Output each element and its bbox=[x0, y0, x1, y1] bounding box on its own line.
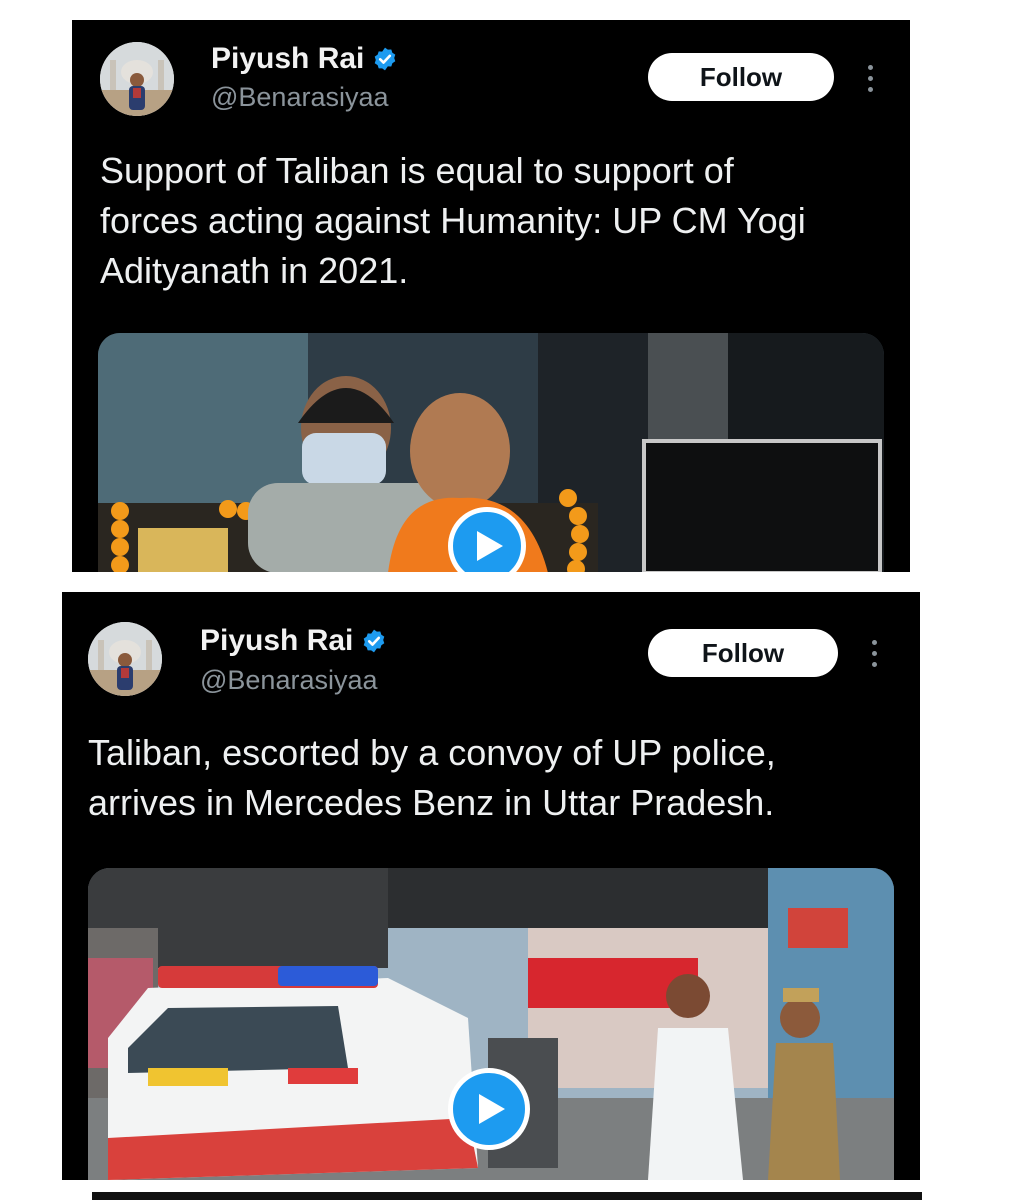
author-handle[interactable]: @Benarasiyaa bbox=[211, 82, 389, 113]
next-tweet-edge bbox=[92, 1192, 922, 1200]
verified-badge-icon bbox=[375, 47, 396, 71]
tweet-text: Taliban, escorted by a convoy of UP poli… bbox=[88, 728, 776, 828]
more-options-icon[interactable] bbox=[866, 65, 874, 92]
play-button-icon[interactable] bbox=[448, 1068, 530, 1150]
more-options-icon[interactable] bbox=[870, 640, 878, 667]
author-name[interactable]: Piyush Rai bbox=[200, 624, 353, 658]
tweet-card-1[interactable]: Piyush Rai @Benarasiyaa Follow Support o… bbox=[72, 20, 910, 572]
tweet-text-line: Adityanath in 2021. bbox=[100, 250, 409, 291]
tweet-text-line: arrives in Mercedes Benz in Uttar Prades… bbox=[88, 782, 775, 823]
author-handle[interactable]: @Benarasiyaa bbox=[200, 665, 378, 696]
author-name[interactable]: Piyush Rai bbox=[211, 42, 364, 76]
author-name-row: Piyush Rai bbox=[211, 42, 398, 76]
video-thumbnail[interactable] bbox=[98, 333, 884, 572]
author-name-row: Piyush Rai bbox=[200, 624, 387, 658]
tweet-text-line: Taliban, escorted by a convoy of UP poli… bbox=[88, 732, 776, 773]
avatar-photo bbox=[88, 622, 162, 696]
verified-badge-icon bbox=[364, 629, 385, 653]
avatar-photo bbox=[100, 42, 174, 116]
avatar[interactable] bbox=[100, 42, 174, 116]
tweet-text-line: forces acting against Humanity: UP CM Yo… bbox=[100, 200, 806, 241]
follow-button[interactable]: Follow bbox=[648, 629, 838, 677]
avatar[interactable] bbox=[88, 622, 162, 696]
follow-button[interactable]: Follow bbox=[648, 53, 834, 101]
tweet-card-2[interactable]: Piyush Rai @Benarasiyaa Follow Taliban, … bbox=[62, 592, 920, 1180]
video-thumbnail[interactable] bbox=[88, 868, 894, 1180]
tweet-text-line: Support of Taliban is equal to support o… bbox=[100, 150, 734, 191]
tweet-text: Support of Taliban is equal to support o… bbox=[100, 146, 806, 296]
